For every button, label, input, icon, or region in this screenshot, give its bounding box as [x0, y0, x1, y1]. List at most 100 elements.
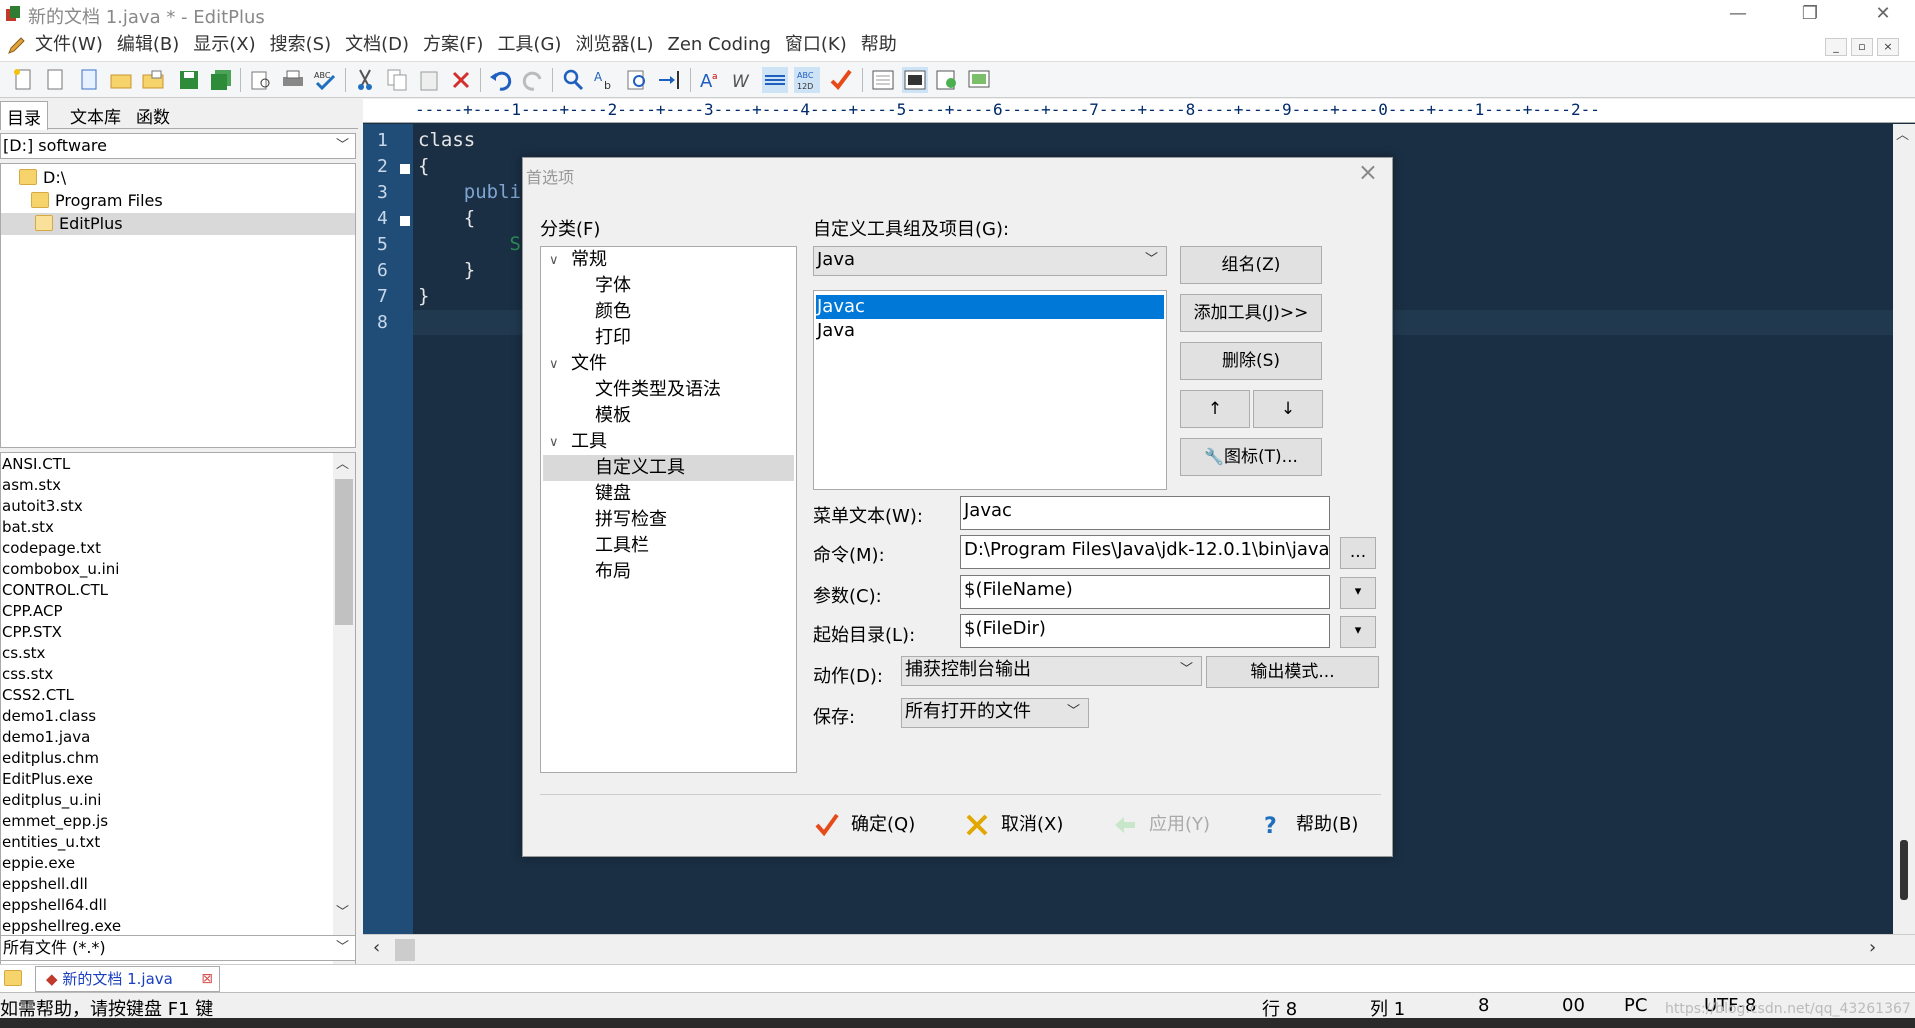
close-window-button[interactable]: ✕	[1855, 0, 1911, 30]
view-window-icon[interactable]	[902, 67, 928, 93]
move-down-button[interactable]: ↓	[1253, 390, 1323, 428]
print-preview-icon[interactable]	[248, 67, 274, 93]
menu-view[interactable]: 显示(X)	[193, 33, 255, 57]
file-item[interactable]: codepage.txt	[2, 538, 101, 559]
mdi-close-button[interactable]: ×	[1877, 38, 1899, 56]
scroll-left-icon[interactable]: ‹	[373, 937, 380, 958]
scroll-right-icon[interactable]: ›	[1869, 937, 1876, 958]
file-item[interactable]: CONTROL.CTL	[2, 580, 108, 601]
file-item[interactable]: CPP.ACP	[2, 601, 63, 622]
file-item[interactable]: editplus.chm	[2, 748, 99, 769]
ok-button[interactable]: 确定(Q)	[813, 810, 915, 840]
initial-dir-input[interactable]: $(FileDir)	[960, 614, 1330, 648]
category-colors[interactable]: 颜色	[595, 299, 631, 325]
tool-group-select[interactable]: Java ﹀	[813, 246, 1167, 276]
screen-icon[interactable]	[966, 67, 992, 93]
menu-tools[interactable]: 工具(G)	[497, 33, 561, 57]
category-toolbar[interactable]: 工具栏	[595, 533, 649, 559]
tree-item-program-files[interactable]: Program Files	[31, 190, 163, 212]
tree-item-root[interactable]: D:\	[19, 167, 66, 189]
menu-edit[interactable]: 编辑(B)	[117, 33, 179, 57]
action-select[interactable]: 捕获控制台输出 ﹀	[901, 656, 1202, 686]
fold-marker-icon[interactable]	[400, 164, 410, 174]
file-item[interactable]: entities_u.txt	[2, 832, 100, 853]
delete-tool-button[interactable]: 删除(S)	[1180, 342, 1322, 380]
rename-group-button[interactable]: 组名(Z)	[1180, 246, 1322, 284]
find-in-files-icon[interactable]	[624, 67, 650, 93]
arguments-input[interactable]: $(FileName)	[960, 575, 1330, 609]
menu-file[interactable]: 文件(W)	[35, 33, 103, 57]
file-item[interactable]: ANSI.CTL	[2, 454, 70, 475]
menu-text-input[interactable]: Javac	[960, 496, 1330, 530]
open-folder-icon[interactable]	[108, 67, 134, 93]
close-icon[interactable]: ×	[1358, 158, 1378, 186]
spell-check-icon[interactable]: ABC	[312, 67, 338, 93]
file-item[interactable]: autoit3.stx	[2, 496, 83, 517]
drive-select[interactable]: [D:] software ﹀	[0, 133, 356, 159]
scroll-thumb[interactable]	[335, 479, 353, 625]
maximize-button[interactable]: ❐	[1782, 0, 1838, 30]
file-item[interactable]: cs.stx	[2, 643, 45, 664]
paste-icon[interactable]	[416, 67, 442, 93]
menu-window[interactable]: 窗口(K)	[785, 33, 847, 57]
mdi-restore-button[interactable]: ▫	[1851, 38, 1873, 56]
file-item[interactable]: eppshell64.dll	[2, 895, 107, 916]
word-wrap-icon[interactable]: W	[730, 67, 756, 93]
category-files[interactable]: 文件	[571, 351, 607, 377]
scroll-up-icon[interactable]: ︿	[336, 453, 349, 472]
scroll-thumb[interactable]	[1900, 840, 1908, 900]
view-document-icon[interactable]	[870, 67, 896, 93]
new-file-icon[interactable]	[10, 67, 36, 93]
tool-item-java[interactable]: Java	[816, 319, 1164, 343]
tab-directory[interactable]: 目录	[0, 101, 48, 130]
category-keyboard[interactable]: 键盘	[595, 481, 631, 507]
document-tab[interactable]: ◆ 新的文档 1.java ⊠	[35, 966, 220, 992]
file-item[interactable]: combobox_u.ini	[2, 559, 119, 580]
check-mark-icon[interactable]	[828, 67, 854, 93]
new-blank-icon[interactable]	[42, 67, 68, 93]
tree-item-editplus[interactable]: EditPlus	[1, 213, 355, 235]
save-all-icon[interactable]	[208, 67, 234, 93]
mdi-minimize-button[interactable]: _	[1825, 38, 1847, 56]
initial-dir-menu-button[interactable]: ▾	[1340, 616, 1376, 648]
category-general[interactable]: 常规	[571, 247, 607, 273]
command-input[interactable]: D:\Program Files\Java\jdk-12.0.1\bin\jav…	[960, 535, 1330, 569]
file-item[interactable]: asm.stx	[2, 475, 61, 496]
arguments-menu-button[interactable]: ▾	[1340, 577, 1376, 609]
menu-help[interactable]: 帮助	[861, 33, 897, 57]
print-icon[interactable]	[280, 67, 306, 93]
minimize-button[interactable]: —	[1710, 0, 1766, 30]
output-pattern-button[interactable]: 输出模式...	[1206, 656, 1379, 688]
category-templates[interactable]: 模板	[595, 403, 631, 429]
file-item[interactable]: editplus_u.ini	[2, 790, 101, 811]
font-icon[interactable]: Aa	[698, 67, 724, 93]
menu-browser[interactable]: 浏览器(L)	[575, 33, 653, 57]
save-icon[interactable]	[176, 67, 202, 93]
spell-check-toggle-icon[interactable]: ABC 12D	[794, 67, 820, 93]
scroll-down-icon[interactable]: ﹀	[336, 901, 349, 920]
replace-icon[interactable]: Ab	[592, 67, 618, 93]
menu-project[interactable]: 方案(F)	[423, 33, 483, 57]
editor-horizontal-scrollbar[interactable]: ‹ ›	[363, 934, 1915, 966]
menu-search[interactable]: 搜索(S)	[270, 33, 331, 57]
editor-vertical-scrollbar[interactable]: ︿	[1893, 124, 1915, 934]
delete-icon[interactable]	[448, 67, 474, 93]
fold-marker-icon[interactable]	[400, 216, 410, 226]
category-print[interactable]: 打印	[595, 325, 631, 351]
cancel-button[interactable]: 取消(X)	[963, 810, 1063, 840]
file-item[interactable]: CPP.STX	[2, 622, 62, 643]
file-item[interactable]: eppshellreg.exe	[2, 916, 121, 937]
category-spell-check[interactable]: 拼写检查	[595, 507, 667, 533]
apply-button[interactable]: 应用(Y)	[1111, 810, 1210, 840]
move-up-button[interactable]: ↑	[1180, 390, 1250, 428]
find-icon[interactable]	[560, 67, 586, 93]
help-button[interactable]: ? 帮助(B)	[1258, 810, 1358, 840]
tab-cliptext[interactable]: 文本库	[64, 103, 127, 128]
chevron-down-icon[interactable]: ∨	[549, 357, 559, 372]
folder-icon[interactable]	[4, 970, 22, 986]
chevron-down-icon[interactable]: ∨	[549, 435, 559, 450]
file-item[interactable]: css.stx	[2, 664, 53, 685]
save-select[interactable]: 所有打开的文件 ﹀	[901, 698, 1089, 728]
file-item[interactable]: eppie.exe	[2, 853, 75, 874]
scroll-up-icon[interactable]: ︿	[1896, 124, 1909, 143]
